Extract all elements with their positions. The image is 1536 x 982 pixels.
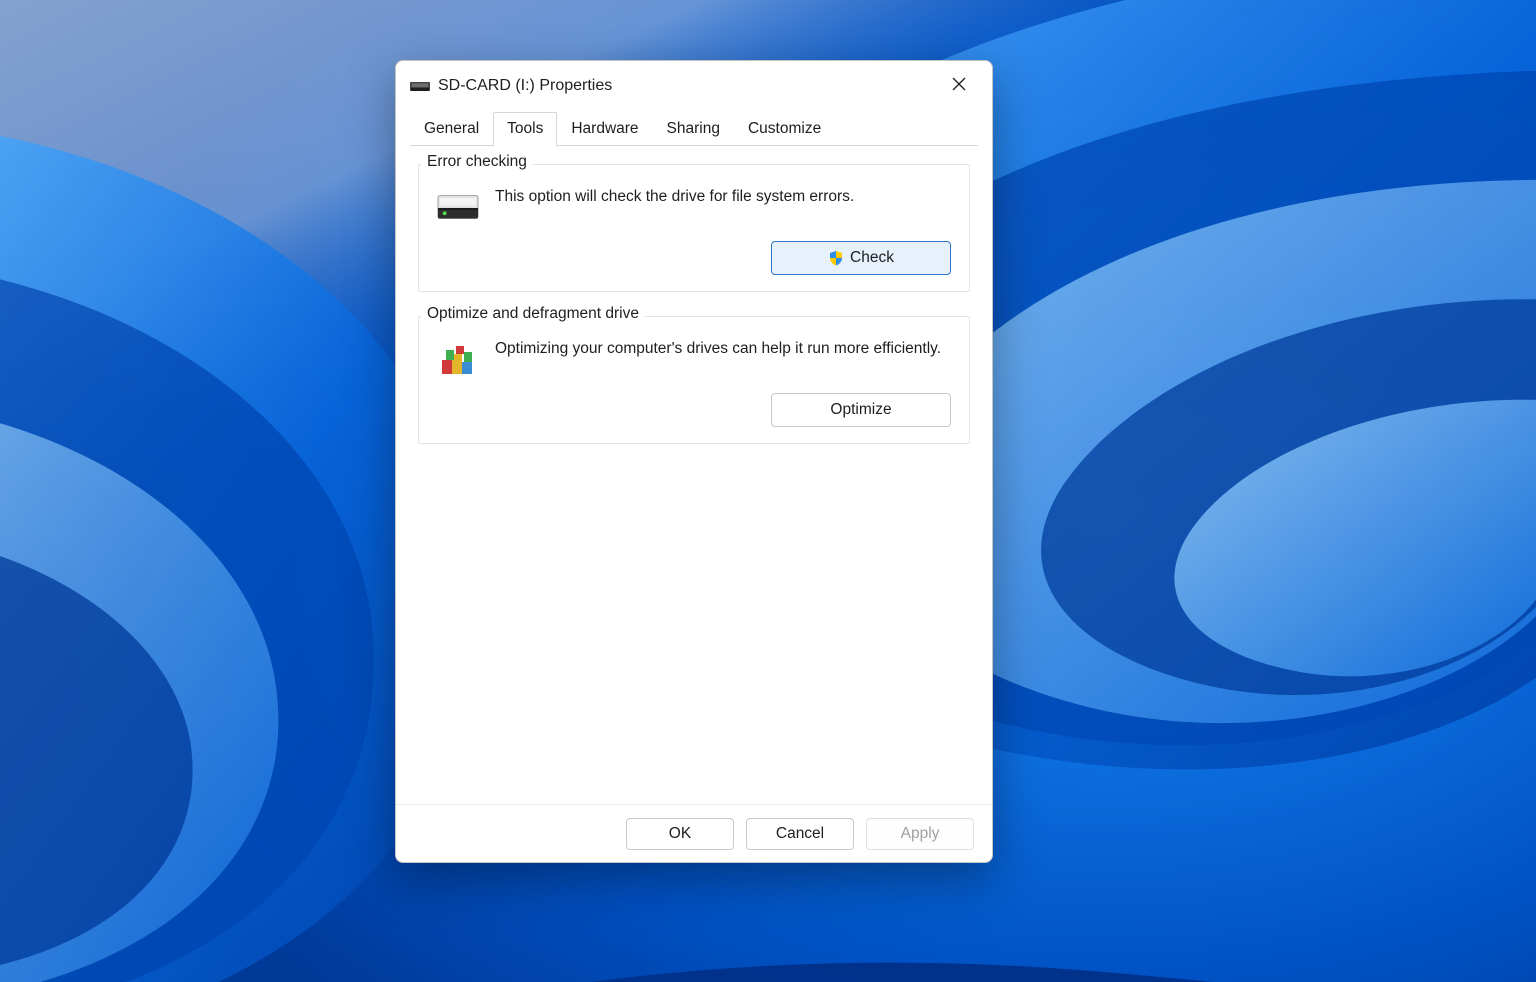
tab-strip: General Tools Hardware Sharing Customize (396, 111, 992, 146)
group-legend: Optimize and defragment drive (421, 305, 645, 323)
close-button[interactable] (935, 68, 982, 104)
window-title: SD-CARD (I:) Properties (438, 77, 935, 95)
group-optimize: Optimize and defragment drive Optimizing… (418, 316, 970, 444)
tab-label: Hardware (571, 120, 638, 137)
tab-content: Error checking This option will check th… (396, 146, 992, 804)
apply-button[interactable]: Apply (866, 818, 974, 850)
close-icon (952, 77, 966, 96)
tab-label: Sharing (667, 120, 720, 137)
optimize-button[interactable]: Optimize (771, 393, 951, 427)
group-error-checking: Error checking This option will check th… (418, 164, 970, 292)
button-label: OK (669, 825, 691, 843)
dialog-footer: OK Cancel Apply (396, 804, 992, 862)
tab-label: Customize (748, 120, 821, 137)
defrag-icon (437, 339, 479, 381)
button-label: Check (850, 249, 894, 267)
cancel-button[interactable]: Cancel (746, 818, 854, 850)
titlebar[interactable]: SD-CARD (I:) Properties (396, 61, 992, 111)
tab-label: General (424, 120, 479, 137)
ok-button[interactable]: OK (626, 818, 734, 850)
tab-sharing[interactable]: Sharing (653, 112, 734, 146)
drive-title-icon (410, 81, 430, 93)
error-checking-description: This option will check the drive for fil… (495, 187, 951, 208)
tab-hardware[interactable]: Hardware (557, 112, 652, 146)
properties-dialog: SD-CARD (I:) Properties General Tools Ha… (395, 60, 993, 863)
shield-icon (828, 250, 844, 266)
drive-icon (437, 187, 479, 229)
tab-label: Tools (507, 120, 543, 137)
optimize-description: Optimizing your computer's drives can he… (495, 339, 951, 360)
tab-general[interactable]: General (410, 112, 493, 146)
tab-tools[interactable]: Tools (493, 112, 557, 147)
tab-customize[interactable]: Customize (734, 112, 835, 146)
button-label: Optimize (830, 401, 891, 419)
button-label: Apply (901, 825, 940, 843)
check-button[interactable]: Check (771, 241, 951, 275)
group-legend: Error checking (421, 153, 533, 171)
button-label: Cancel (776, 825, 824, 843)
